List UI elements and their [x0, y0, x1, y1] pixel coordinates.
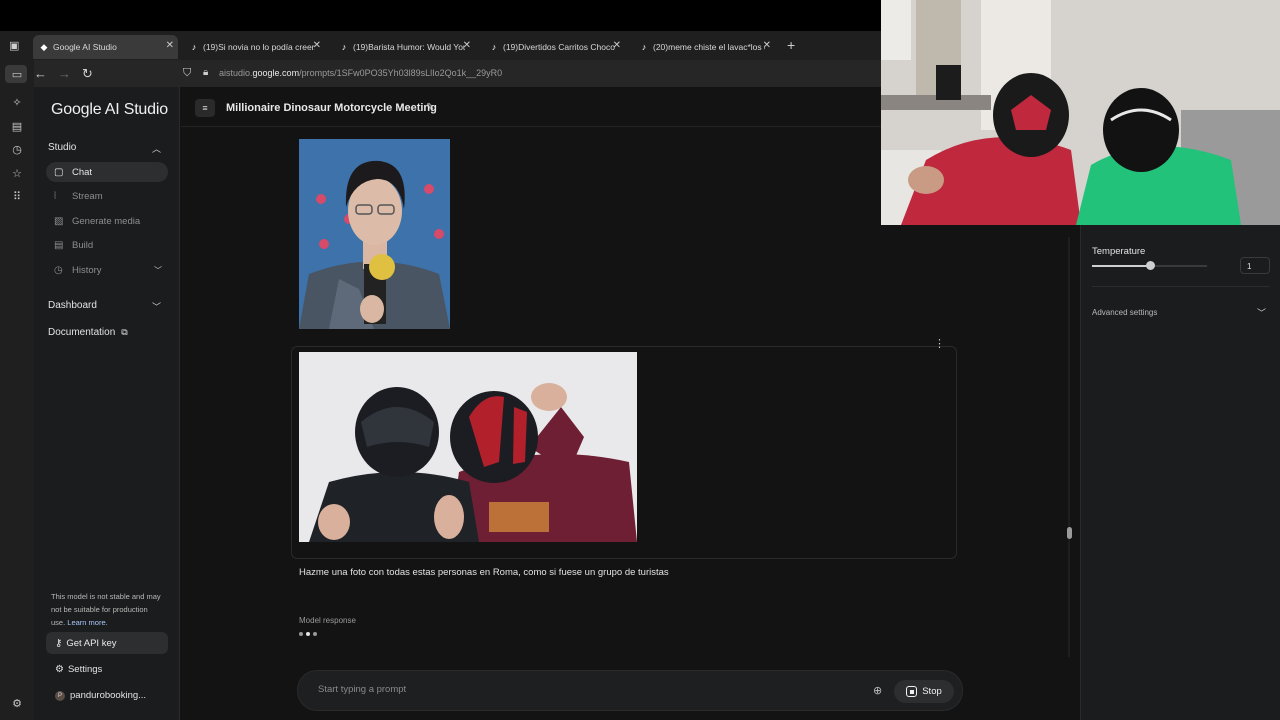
- gear-icon: ⚙: [55, 664, 64, 675]
- shield-icon[interactable]: ⛉: [183, 67, 191, 80]
- account-button[interactable]: P pandurobooking...: [55, 690, 146, 701]
- toggle-panel-button[interactable]: ≡: [195, 99, 215, 117]
- reload-icon[interactable]: ↻: [82, 66, 93, 82]
- temperature-label: Temperature: [1092, 246, 1146, 257]
- prompt-input-bar: ⊕ Stop: [297, 670, 963, 711]
- apps-grid-icon[interactable]: ⠿: [10, 189, 24, 203]
- star-icon[interactable]: ☆: [10, 166, 24, 180]
- chevron-down-icon[interactable]: ﹀: [1257, 306, 1266, 319]
- avatar: P: [55, 690, 65, 701]
- edit-title-icon[interactable]: ✎: [426, 102, 434, 113]
- brand-logo: Google AI Studio: [51, 101, 168, 118]
- page-title: Millionaire Dinosaur Motorcycle Meeting: [226, 102, 437, 114]
- learn-more-link[interactable]: Learn more.: [67, 618, 107, 627]
- close-tab-icon[interactable]: ✕: [463, 40, 471, 51]
- webcam-overlay: [881, 0, 1280, 225]
- chevron-up-icon[interactable]: ︿: [152, 142, 161, 155]
- stop-button[interactable]: Stop: [894, 680, 954, 703]
- scrollbar-track[interactable]: [1068, 237, 1070, 657]
- studio-section-header[interactable]: Studio: [48, 142, 76, 153]
- loading-indicator: [299, 632, 317, 636]
- tab-tiktok-4[interactable]: ♪ (20)meme chiste el lavac*los el ✕: [633, 35, 775, 59]
- media-icon: ▨: [54, 215, 64, 227]
- dashboard-section-header[interactable]: Dashboard: [48, 300, 97, 311]
- forward-icon[interactable]: →: [58, 66, 71, 81]
- tab-actions-icon[interactable]: ▣: [9, 39, 19, 52]
- sidebar-item-build[interactable]: ▤ Build: [46, 235, 168, 255]
- stop-icon: [906, 686, 918, 697]
- tab-tiktok-1[interactable]: ♪ (19)Si novia no lo podía creer... ✕: [183, 35, 325, 59]
- close-tab-icon[interactable]: ✕: [313, 40, 321, 51]
- ai-studio-favicon-icon: ◆: [40, 41, 48, 52]
- tab-tiktok-3[interactable]: ♪ (19)Divertidos Carritos Chocone ✕: [483, 35, 625, 59]
- tiktok-favicon-icon: ♪: [191, 42, 197, 52]
- close-tab-icon[interactable]: ✕: [166, 40, 174, 51]
- portrait-image: [299, 139, 450, 329]
- sidebar-panel-icon: ▭: [11, 68, 23, 81]
- helmets-image: [299, 352, 637, 542]
- get-api-key-button[interactable]: ⚷ Get API key: [46, 632, 168, 654]
- settings-button[interactable]: ⚙ Settings: [55, 664, 102, 675]
- close-tab-icon[interactable]: ✕: [763, 40, 771, 51]
- temperature-value-field[interactable]: 1: [1240, 257, 1270, 274]
- chevron-down-icon: ﹀: [154, 266, 162, 275]
- lock-icon[interactable]: 🔒︎: [203, 67, 208, 78]
- model-stability-note: This model is not stable and may not be …: [51, 592, 161, 627]
- uploaded-image-helmets[interactable]: [299, 352, 637, 542]
- chat-icon: ▢: [54, 166, 64, 178]
- sidebar: Google AI Studio Studio ︿ ▢ Chat ⦚ Strea…: [34, 87, 180, 720]
- document-icon[interactable]: ▤: [10, 119, 24, 133]
- stream-icon: ⦚: [54, 190, 57, 202]
- sidebar-item-chat[interactable]: ▢ Chat: [46, 162, 168, 182]
- temperature-slider-handle[interactable]: [1145, 261, 1155, 270]
- prompt-input[interactable]: [318, 684, 838, 695]
- sidebar-item-stream[interactable]: ⦚ Stream: [46, 186, 168, 206]
- advanced-settings-toggle[interactable]: Advanced settings: [1092, 308, 1157, 317]
- uploaded-image-portrait[interactable]: [299, 139, 450, 329]
- browser-side-rail: ▭ ✧ ▤ ◷ ☆ ⠿ ⚙: [0, 60, 34, 720]
- sidebar-item-generate-media[interactable]: ▨ Generate media: [46, 211, 168, 231]
- chevron-down-icon[interactable]: ﹀: [152, 300, 161, 313]
- model-response-label: Model response: [299, 616, 356, 625]
- webcam-video: [881, 0, 1280, 225]
- close-tab-icon[interactable]: ✕: [613, 40, 621, 51]
- clock-icon[interactable]: ◷: [10, 142, 24, 156]
- key-icon: ⚷: [55, 637, 63, 649]
- url-field[interactable]: aistudio.google.com/prompts/1SFw0PO35Yh0…: [219, 68, 502, 78]
- user-prompt-text: Hazme una foto con todas estas personas …: [299, 567, 669, 578]
- divider: [1092, 286, 1270, 287]
- history-icon: ◷: [54, 264, 63, 276]
- new-tab-icon[interactable]: +: [787, 37, 795, 53]
- external-link-icon: ⧉: [121, 327, 128, 337]
- scrollbar-thumb[interactable]: [1067, 527, 1072, 539]
- tiktok-favicon-icon: ♪: [641, 42, 647, 52]
- temperature-slider-fill: [1092, 265, 1150, 267]
- more-options-icon[interactable]: ⋮: [934, 337, 945, 350]
- tiktok-favicon-icon: ♪: [491, 42, 497, 52]
- documentation-link[interactable]: Documentation ⧉: [48, 327, 128, 338]
- tiktok-favicon-icon: ♪: [341, 42, 347, 52]
- build-icon: ▤: [54, 239, 64, 251]
- sparkle-icon[interactable]: ✧: [10, 95, 24, 109]
- back-icon[interactable]: ←: [34, 66, 47, 81]
- gear-icon[interactable]: ⚙: [10, 696, 24, 710]
- temperature-slider[interactable]: [1092, 261, 1207, 270]
- tab-tiktok-2[interactable]: ♪ (19)Barista Humor: Would You R ✕: [333, 35, 475, 59]
- add-media-icon[interactable]: ⊕: [873, 684, 882, 697]
- sidebar-item-history[interactable]: ◷ History ﹀: [46, 260, 168, 280]
- tab-ai-studio[interactable]: ◆ Google AI Studio ✕: [33, 35, 178, 59]
